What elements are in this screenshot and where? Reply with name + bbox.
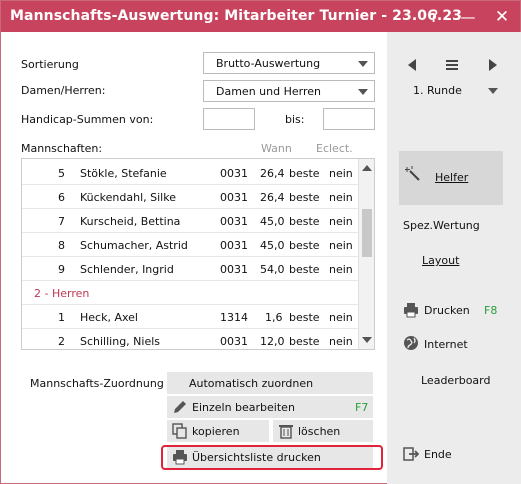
hcp-label: Handicap-Summen von: [21, 113, 154, 126]
table-row[interactable]: 9 Schlender, Ingrid 0031 54,0 beste nein [22, 257, 358, 281]
globe-icon [404, 336, 418, 350]
table-row[interactable]: 5 Stökle, Stefanie 0031 26,4 beste nein [22, 161, 358, 185]
edit-single-button[interactable]: Einzeln bearbeiten F7 [167, 396, 373, 418]
teams-label: Mannschaften: [21, 142, 103, 155]
round-dropdown[interactable]: 1. Runde [401, 80, 505, 100]
hcp-to-input[interactable] [323, 108, 375, 130]
prev-round-icon[interactable] [408, 59, 416, 71]
pencil-icon [174, 401, 186, 413]
print-link[interactable]: Drucken [424, 304, 470, 317]
hcp-from-input[interactable] [203, 108, 255, 130]
exit-link[interactable]: Ende [424, 448, 452, 461]
layout-link[interactable]: Layout [422, 254, 459, 267]
help-button[interactable]: ? [421, 5, 447, 29]
title-bar: Mannschafts-Auswertung: Mitarbeiter Turn… [1, 1, 520, 32]
table-row[interactable]: 6 Kückendahl, Silke 0031 26,4 beste nein [22, 185, 358, 209]
gender-label: Damen/Herren: [21, 84, 106, 97]
col-eclect: Eclect. [316, 142, 353, 155]
highlight-frame [161, 445, 383, 470]
close-button[interactable]: ✕ [489, 5, 515, 29]
auto-assign-button[interactable]: Automatisch zuordnen [167, 372, 373, 394]
print-shortcut: F8 [484, 304, 498, 317]
chevron-down-icon [358, 89, 368, 95]
table-row[interactable]: 7 Kurscheid, Bettina 0031 45,0 beste nei… [22, 209, 358, 233]
sort-dropdown[interactable]: Brutto-Auswertung [203, 52, 375, 74]
gender-dropdown[interactable]: Damen und Herren [203, 80, 375, 102]
printer-icon [404, 303, 418, 318]
col-wann: Wann [261, 142, 292, 155]
trash-icon [279, 425, 293, 439]
group-header[interactable]: 2 - Herren [22, 281, 358, 305]
magic-wand-icon [405, 166, 420, 181]
copy-icon [172, 423, 187, 439]
window-title: Mannschafts-Auswertung: Mitarbeiter Turn… [10, 8, 463, 24]
menu-icon[interactable] [446, 60, 458, 62]
gender-value: Damen und Herren [216, 85, 321, 98]
main-window: Mannschafts-Auswertung: Mitarbeiter Turn… [0, 0, 521, 484]
chevron-down-icon [488, 88, 498, 94]
sort-value: Brutto-Auswertung [216, 57, 321, 70]
scrollbar-thumb[interactable] [362, 209, 372, 257]
sort-label: Sortierung [21, 58, 79, 71]
scroll-up-icon[interactable] [362, 165, 372, 171]
special-scoring-link[interactable]: Spez.Wertung [403, 219, 480, 232]
leaderboard-link[interactable]: Leaderboard [421, 374, 490, 387]
scroll-down-icon[interactable] [362, 337, 372, 343]
assign-label: Mannschafts-Zuordnung [30, 377, 164, 390]
teams-list[interactable]: 5 Stökle, Stefanie 0031 26,4 beste nein … [21, 158, 375, 350]
internet-link[interactable]: Internet [424, 338, 468, 351]
delete-button[interactable]: löschen [273, 420, 373, 442]
helper-button[interactable]: Helfer [399, 151, 503, 205]
chevron-down-icon [358, 61, 368, 67]
table-row[interactable]: 1 Heck, Axel 1314 1,6 beste nein [22, 305, 358, 329]
table-row[interactable]: 8 Schumacher, Astrid 0031 45,0 beste nei… [22, 233, 358, 257]
bis-label: bis: [285, 113, 305, 126]
exit-icon [403, 447, 419, 461]
minimize-button[interactable]: — [455, 5, 481, 29]
next-round-icon[interactable] [489, 59, 497, 71]
copy-button[interactable]: kopieren [167, 420, 269, 442]
list-scrollbar[interactable] [358, 159, 374, 349]
table-row[interactable]: 2 Schilling, Niels 0031 12,0 beste nein [22, 329, 358, 349]
